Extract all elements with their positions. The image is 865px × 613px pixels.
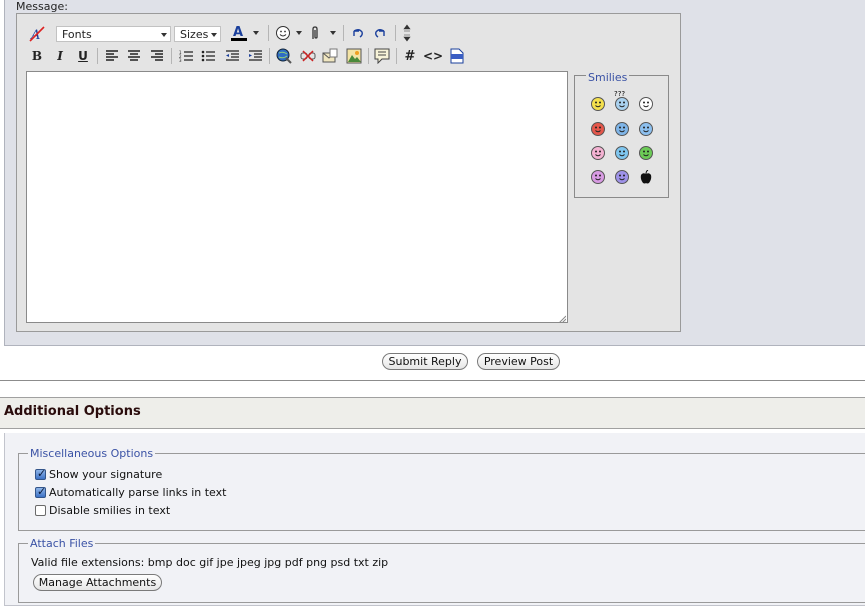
smiley-smile-icon[interactable] — [591, 97, 605, 111]
chevron-down-icon — [330, 31, 336, 35]
ordered-list-icon[interactable]: 123 — [177, 47, 195, 65]
smiley-icon[interactable] — [273, 24, 293, 42]
smiley-rolleyes-icon[interactable] — [615, 122, 629, 136]
toolbar-divider — [97, 48, 98, 64]
outdent-icon[interactable] — [223, 47, 241, 65]
option-checkbox[interactable] — [35, 467, 46, 480]
toolbar-divider — [269, 48, 270, 64]
option-label[interactable]: Show your signature — [49, 468, 162, 481]
attach-files-fieldset — [18, 543, 865, 603]
insert-email-icon[interactable] — [321, 47, 339, 65]
text-color-dropdown[interactable] — [251, 24, 261, 42]
align-right-icon[interactable] — [148, 47, 166, 65]
font-select-value: Fonts — [62, 28, 92, 41]
smiley-confused-icon[interactable] — [615, 97, 629, 111]
smiley-tongue-icon[interactable] — [591, 146, 605, 160]
toolbar-divider — [396, 48, 397, 64]
remove-link-icon[interactable] — [299, 47, 317, 65]
undo-icon[interactable] — [348, 24, 368, 42]
italic-button[interactable]: I — [52, 47, 68, 65]
toolbar-divider — [395, 25, 396, 41]
manage-attachments-button[interactable]: Manage Attachments — [33, 574, 162, 591]
align-left-icon[interactable] — [103, 47, 121, 65]
toolbar-divider — [171, 48, 172, 64]
divider — [0, 380, 865, 381]
resize-editor-icon[interactable] — [400, 24, 414, 42]
toolbar-divider — [268, 25, 269, 41]
option-checkbox[interactable] — [35, 485, 46, 498]
toolbar-divider — [343, 25, 344, 41]
smiley-redface-icon[interactable] — [591, 170, 605, 184]
svg-text:A: A — [233, 25, 243, 40]
redo-icon[interactable] — [370, 24, 390, 42]
smiley-eek-icon[interactable] — [639, 97, 653, 111]
option-checkbox[interactable] — [35, 505, 46, 516]
chevron-down-icon — [211, 33, 217, 37]
svg-text:3: 3 — [179, 58, 182, 63]
insert-image-icon[interactable] — [345, 47, 363, 65]
insert-link-icon[interactable] — [275, 47, 293, 65]
attach-files-legend: Attach Files — [28, 537, 96, 550]
indent-icon[interactable] — [246, 47, 264, 65]
smiley-frown-icon[interactable] — [615, 170, 629, 184]
font-select[interactable]: Fonts — [56, 26, 171, 42]
smiley-mad-icon[interactable] — [591, 122, 605, 136]
message-textarea[interactable] — [26, 71, 568, 324]
preview-post-button[interactable]: Preview Post — [477, 353, 560, 370]
chevron-down-icon — [253, 31, 259, 35]
code-button[interactable]: <> — [423, 47, 443, 65]
smiley-dropdown[interactable] — [294, 24, 304, 42]
unordered-list-icon[interactable] — [199, 47, 217, 65]
option-label[interactable]: Disable smilies in text — [49, 504, 170, 517]
option-label[interactable]: Automatically parse links in text — [49, 486, 226, 499]
hash-button[interactable]: # — [402, 47, 418, 65]
align-center-icon[interactable] — [125, 47, 143, 65]
smiley-wink-icon[interactable] — [615, 146, 629, 160]
smilies-legend: Smilies — [586, 71, 630, 84]
underline-button[interactable]: U — [75, 47, 91, 65]
size-select-value: Sizes — [180, 28, 209, 41]
smiley-cool-icon[interactable] — [639, 122, 653, 136]
chevron-down-icon — [296, 31, 302, 35]
resize-grip-icon[interactable] — [558, 313, 567, 324]
misc-options-legend: Miscellaneous Options — [28, 447, 156, 460]
attachment-dropdown[interactable] — [328, 24, 338, 42]
bold-button[interactable]: B — [29, 47, 45, 65]
remove-format-icon[interactable]: A — [27, 25, 47, 43]
text-color-icon[interactable]: A — [229, 24, 249, 42]
submit-reply-button[interactable]: Submit Reply — [382, 353, 468, 370]
section-title: Additional Options — [4, 404, 141, 419]
toolbar-divider — [368, 48, 369, 64]
valid-extensions-text: Valid file extensions: bmp doc gif jpe j… — [31, 556, 389, 569]
php-code-icon[interactable] — [449, 47, 465, 65]
size-select[interactable]: Sizes — [174, 26, 221, 42]
quote-icon[interactable] — [373, 47, 391, 65]
attachment-icon[interactable] — [307, 24, 323, 42]
chevron-down-icon — [161, 33, 167, 37]
smiley-biggrin-icon[interactable] — [639, 146, 653, 160]
message-label: Message: — [16, 0, 68, 13]
smiley-apple-icon[interactable] — [639, 169, 653, 184]
